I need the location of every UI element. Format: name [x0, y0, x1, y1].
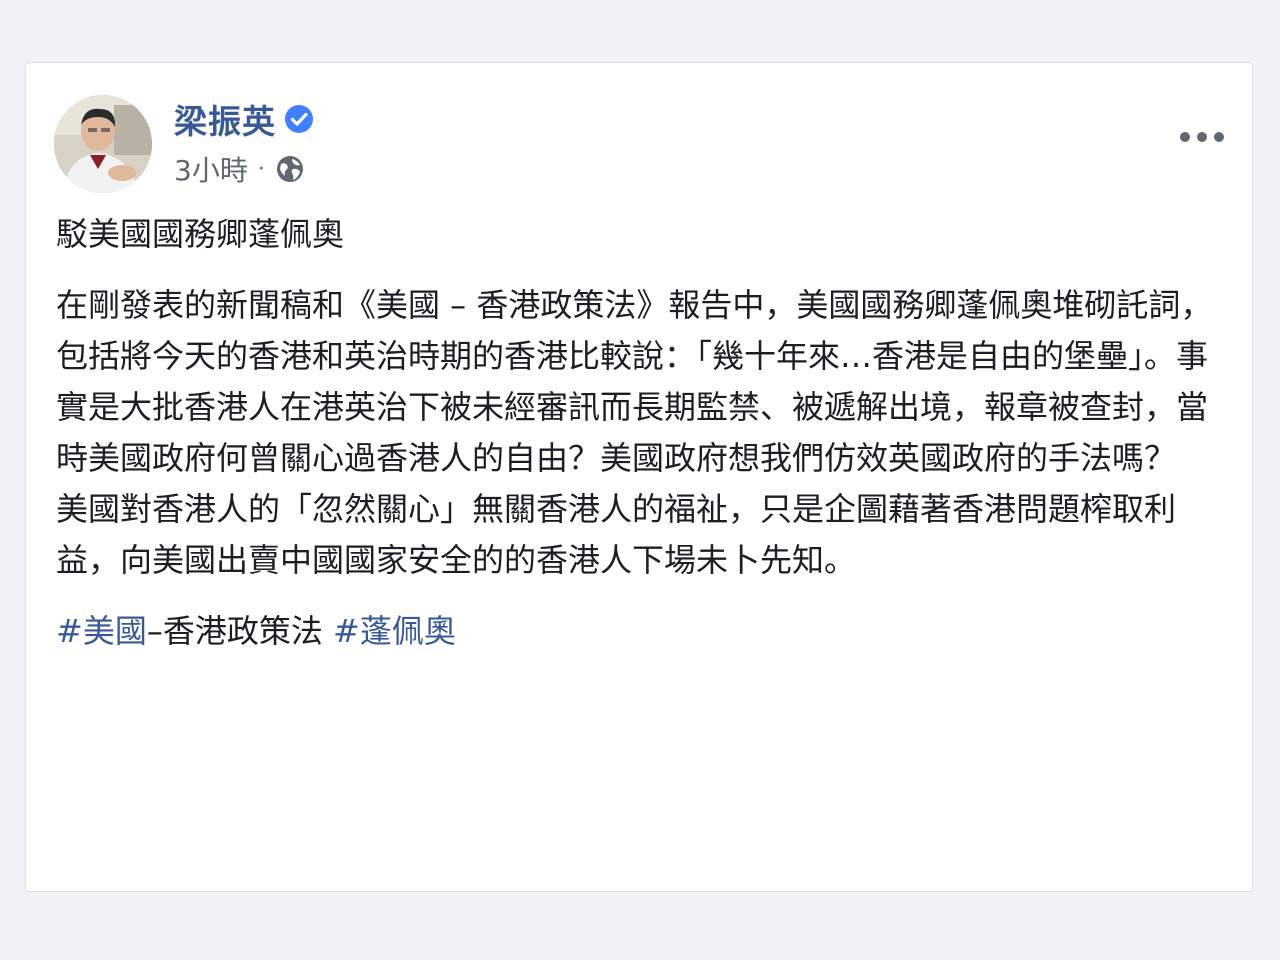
- hashtag-link-pompeo[interactable]: #蓬佩奧: [333, 612, 456, 650]
- post-body: 駁美國國務卿蓬佩奧 在剛發表的新聞稿和《美國 – 香港政策法》報告中，美國國務卿…: [56, 209, 1226, 657]
- author-avatar[interactable]: [54, 95, 152, 193]
- post-paragraph-2: 美國對香港人的「忽然關心」無關香港人的福祉，只是企圖藉著香港問題榨取利益，向美國…: [56, 490, 1177, 579]
- more-dot: [1197, 132, 1207, 142]
- author-name[interactable]: 梁振英: [174, 95, 276, 143]
- more-dot: [1180, 132, 1190, 142]
- more-options-icon[interactable]: [1180, 129, 1224, 145]
- post-title: 駁美國國務卿蓬佩奧: [56, 215, 345, 253]
- more-dot: [1214, 132, 1224, 142]
- post-header: 梁振英 3小時 ·: [54, 95, 1232, 195]
- post-paragraph-1: 在剛發表的新聞稿和《美國 – 香港政策法》報告中，美國國務卿蓬佩奧堆砌託詞，包括…: [56, 286, 1213, 477]
- meta-separator: ·: [257, 156, 265, 182]
- verified-badge-icon: [285, 105, 313, 133]
- hashtag-link-us[interactable]: #美國: [56, 612, 147, 650]
- post-card: 梁振英 3小時 · 駁美國國務卿蓬佩奧 在剛發表的新聞稿和《美國 – 香港政策法…: [25, 62, 1253, 892]
- hashtag-row: #美國–香港政策法 #蓬佩奧: [56, 606, 1226, 657]
- hashtag-rest-text: –香港政策法: [146, 612, 323, 650]
- globe-icon[interactable]: [275, 154, 305, 184]
- post-timestamp[interactable]: 3小時: [174, 149, 248, 189]
- author-row: 梁振英: [174, 97, 314, 141]
- avatar-photo: [54, 95, 152, 193]
- post-meta: 3小時 ·: [174, 149, 305, 189]
